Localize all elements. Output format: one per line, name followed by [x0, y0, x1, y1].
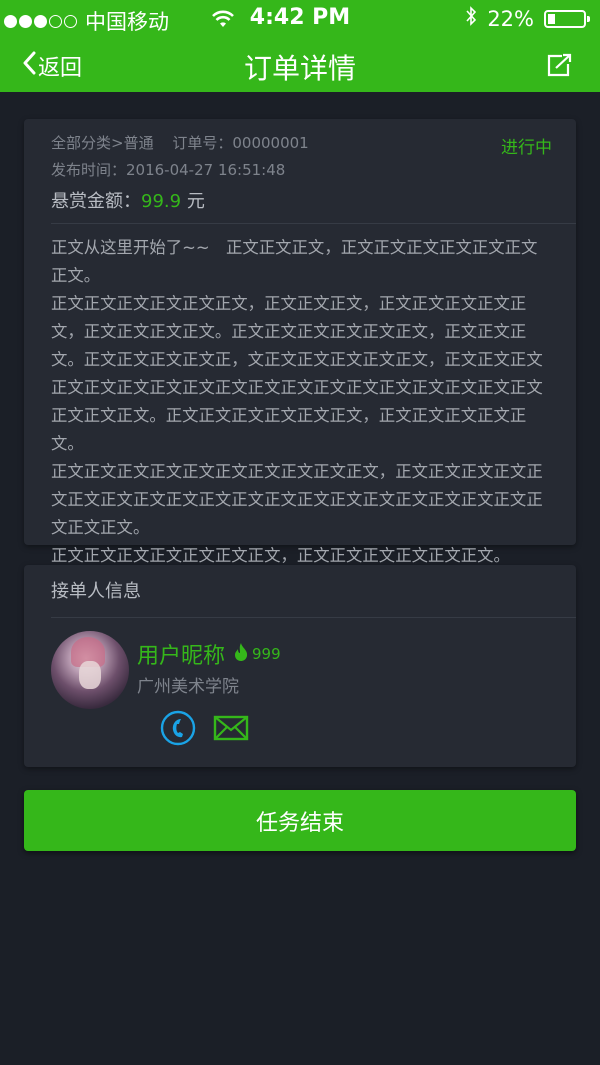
message-button[interactable] — [213, 714, 249, 746]
user-score: 999 — [233, 642, 281, 666]
page-title: 订单详情 — [243, 52, 356, 85]
order-body-text: 正文从这里开始了~~ 正文正文正文，正文正文正文正文正文正文正文。 正文正文正文正… — [51, 238, 543, 565]
battery-icon — [544, 9, 590, 28]
flame-icon — [233, 642, 249, 666]
order-card: 全部分类>普通 订单号：00000001 发布时间：2016-04-27 16:… — [24, 119, 576, 565]
avatar[interactable] — [51, 631, 129, 709]
share-icon — [546, 53, 574, 82]
order-body: 正文从这里开始了~~ 正文正文正文，正文正文正文正文正文正文正文。 正文正文正文正… — [24, 224, 576, 570]
score-value: 999 — [252, 645, 281, 663]
end-task-button[interactable]: 任务结束 — [24, 790, 576, 851]
status-bar: 中国移动 4:42 PM 22% — [0, 0, 600, 38]
reward-unit: 元 — [186, 191, 205, 212]
status-badge: 进行中 — [501, 138, 552, 158]
reward-amount: 悬赏金额：99.9 元 — [51, 187, 549, 223]
reward-value: 99.9 — [141, 191, 182, 212]
section-title: 接单人信息 — [51, 581, 141, 602]
bluetooth-icon — [465, 6, 477, 31]
nav-bar: 返回 订单详情 — [0, 38, 600, 92]
share-button[interactable] — [546, 52, 574, 82]
order-category: 全部分类>普通 — [51, 134, 154, 152]
taker-card: 接单人信息 用户昵称 999 广州美术学院 — [24, 565, 576, 767]
publish-time: 发布时间：2016-04-27 16:51:48 — [51, 161, 286, 179]
user-school: 广州美术学院 — [137, 677, 239, 697]
reward-label: 悬赏金额： — [51, 191, 141, 212]
phone-icon — [160, 710, 196, 750]
header: 中国移动 4:42 PM 22% 返回 订单详情 — [0, 0, 600, 92]
battery-percent: 22% — [487, 6, 534, 31]
call-button[interactable] — [160, 710, 196, 750]
mail-icon — [213, 715, 249, 746]
order-number: 订单号：00000001 — [172, 134, 309, 152]
user-nickname: 用户昵称 — [137, 644, 226, 669]
taker-info: 用户昵称 999 广州美术学院 — [24, 618, 576, 768]
